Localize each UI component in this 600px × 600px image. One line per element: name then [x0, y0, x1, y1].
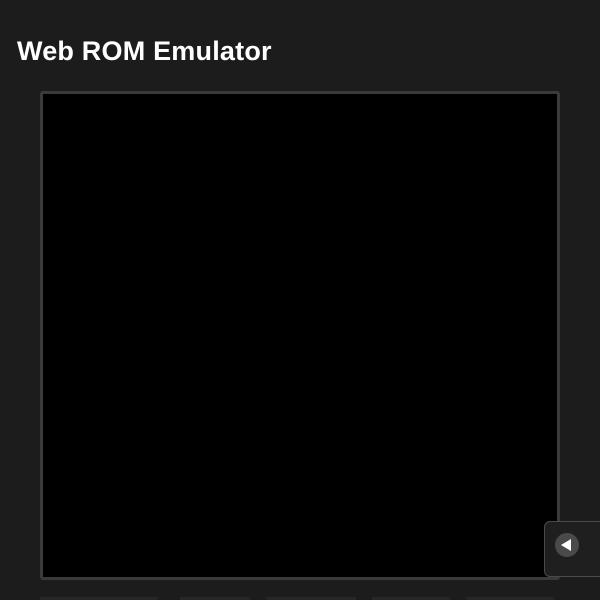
bottom-controls-strip [0, 595, 600, 600]
emulator-screen[interactable] [43, 94, 557, 577]
emulator-screen-frame [40, 91, 560, 580]
side-panel-toggle-button[interactable] [544, 521, 600, 577]
triangle-left-icon [555, 533, 579, 557]
app-page: Web ROM Emulator [0, 0, 600, 600]
page-title: Web ROM Emulator [17, 36, 272, 66]
